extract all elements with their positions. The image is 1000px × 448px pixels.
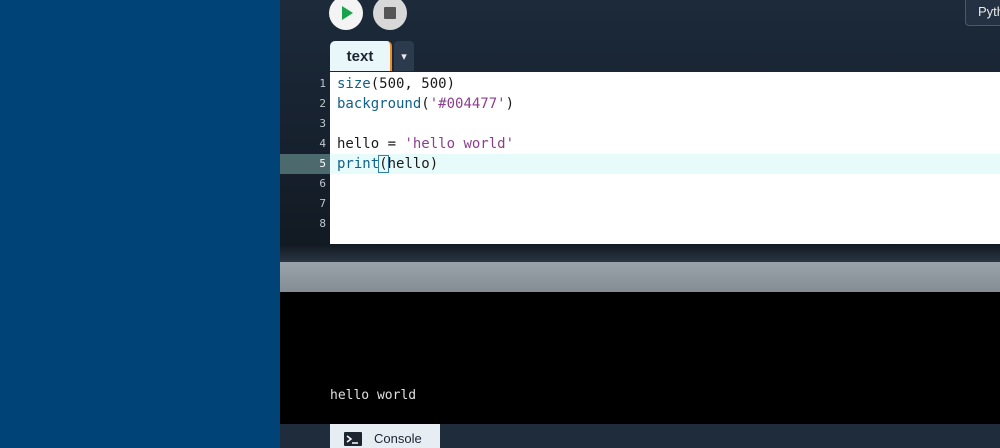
code-line[interactable] xyxy=(330,114,1000,134)
line-number: 2 xyxy=(319,97,326,110)
console-output: hello world xyxy=(280,292,1000,424)
code-editor[interactable]: size(500, 500) background('#004477') hel… xyxy=(330,72,1000,244)
code-line[interactable]: size(500, 500) xyxy=(330,74,1000,94)
stop-button[interactable] xyxy=(373,0,407,30)
run-button[interactable] xyxy=(329,0,363,30)
line-number: 3 xyxy=(319,117,326,130)
line-number: 6 xyxy=(319,177,326,190)
line-number-gutter: 1 2 3 4 5 6 7 8 xyxy=(280,72,330,244)
pane-resize-handle[interactable] xyxy=(280,262,1000,292)
mode-label: Python xyxy=(978,4,1000,19)
stop-icon xyxy=(384,7,396,19)
tab-menu-button[interactable]: ▾ xyxy=(394,41,414,71)
code-line-active[interactable]: print(hello) xyxy=(330,154,1000,174)
play-icon xyxy=(342,6,353,20)
tab-text[interactable]: text xyxy=(330,41,392,71)
line-number-active: 5 xyxy=(280,154,330,174)
sketch-canvas xyxy=(0,0,280,448)
console-output-text: hello world xyxy=(330,388,417,403)
line-number: 1 xyxy=(319,77,326,90)
editor-bottom-edge xyxy=(280,244,1000,262)
console-tab-label: Console xyxy=(374,431,422,446)
mode-selector-button[interactable]: Python xyxy=(965,0,1000,26)
console-tab[interactable]: Console xyxy=(330,424,440,448)
line-number: 8 xyxy=(319,217,326,230)
chevron-down-icon: ▾ xyxy=(401,51,407,63)
line-number: 4 xyxy=(319,137,326,150)
tab-label: text xyxy=(346,48,374,65)
line-number: 7 xyxy=(319,197,326,210)
terminal-icon xyxy=(344,432,362,446)
code-line[interactable]: background('#004477') xyxy=(330,94,1000,114)
code-line[interactable]: hello = 'hello world' xyxy=(330,134,1000,154)
